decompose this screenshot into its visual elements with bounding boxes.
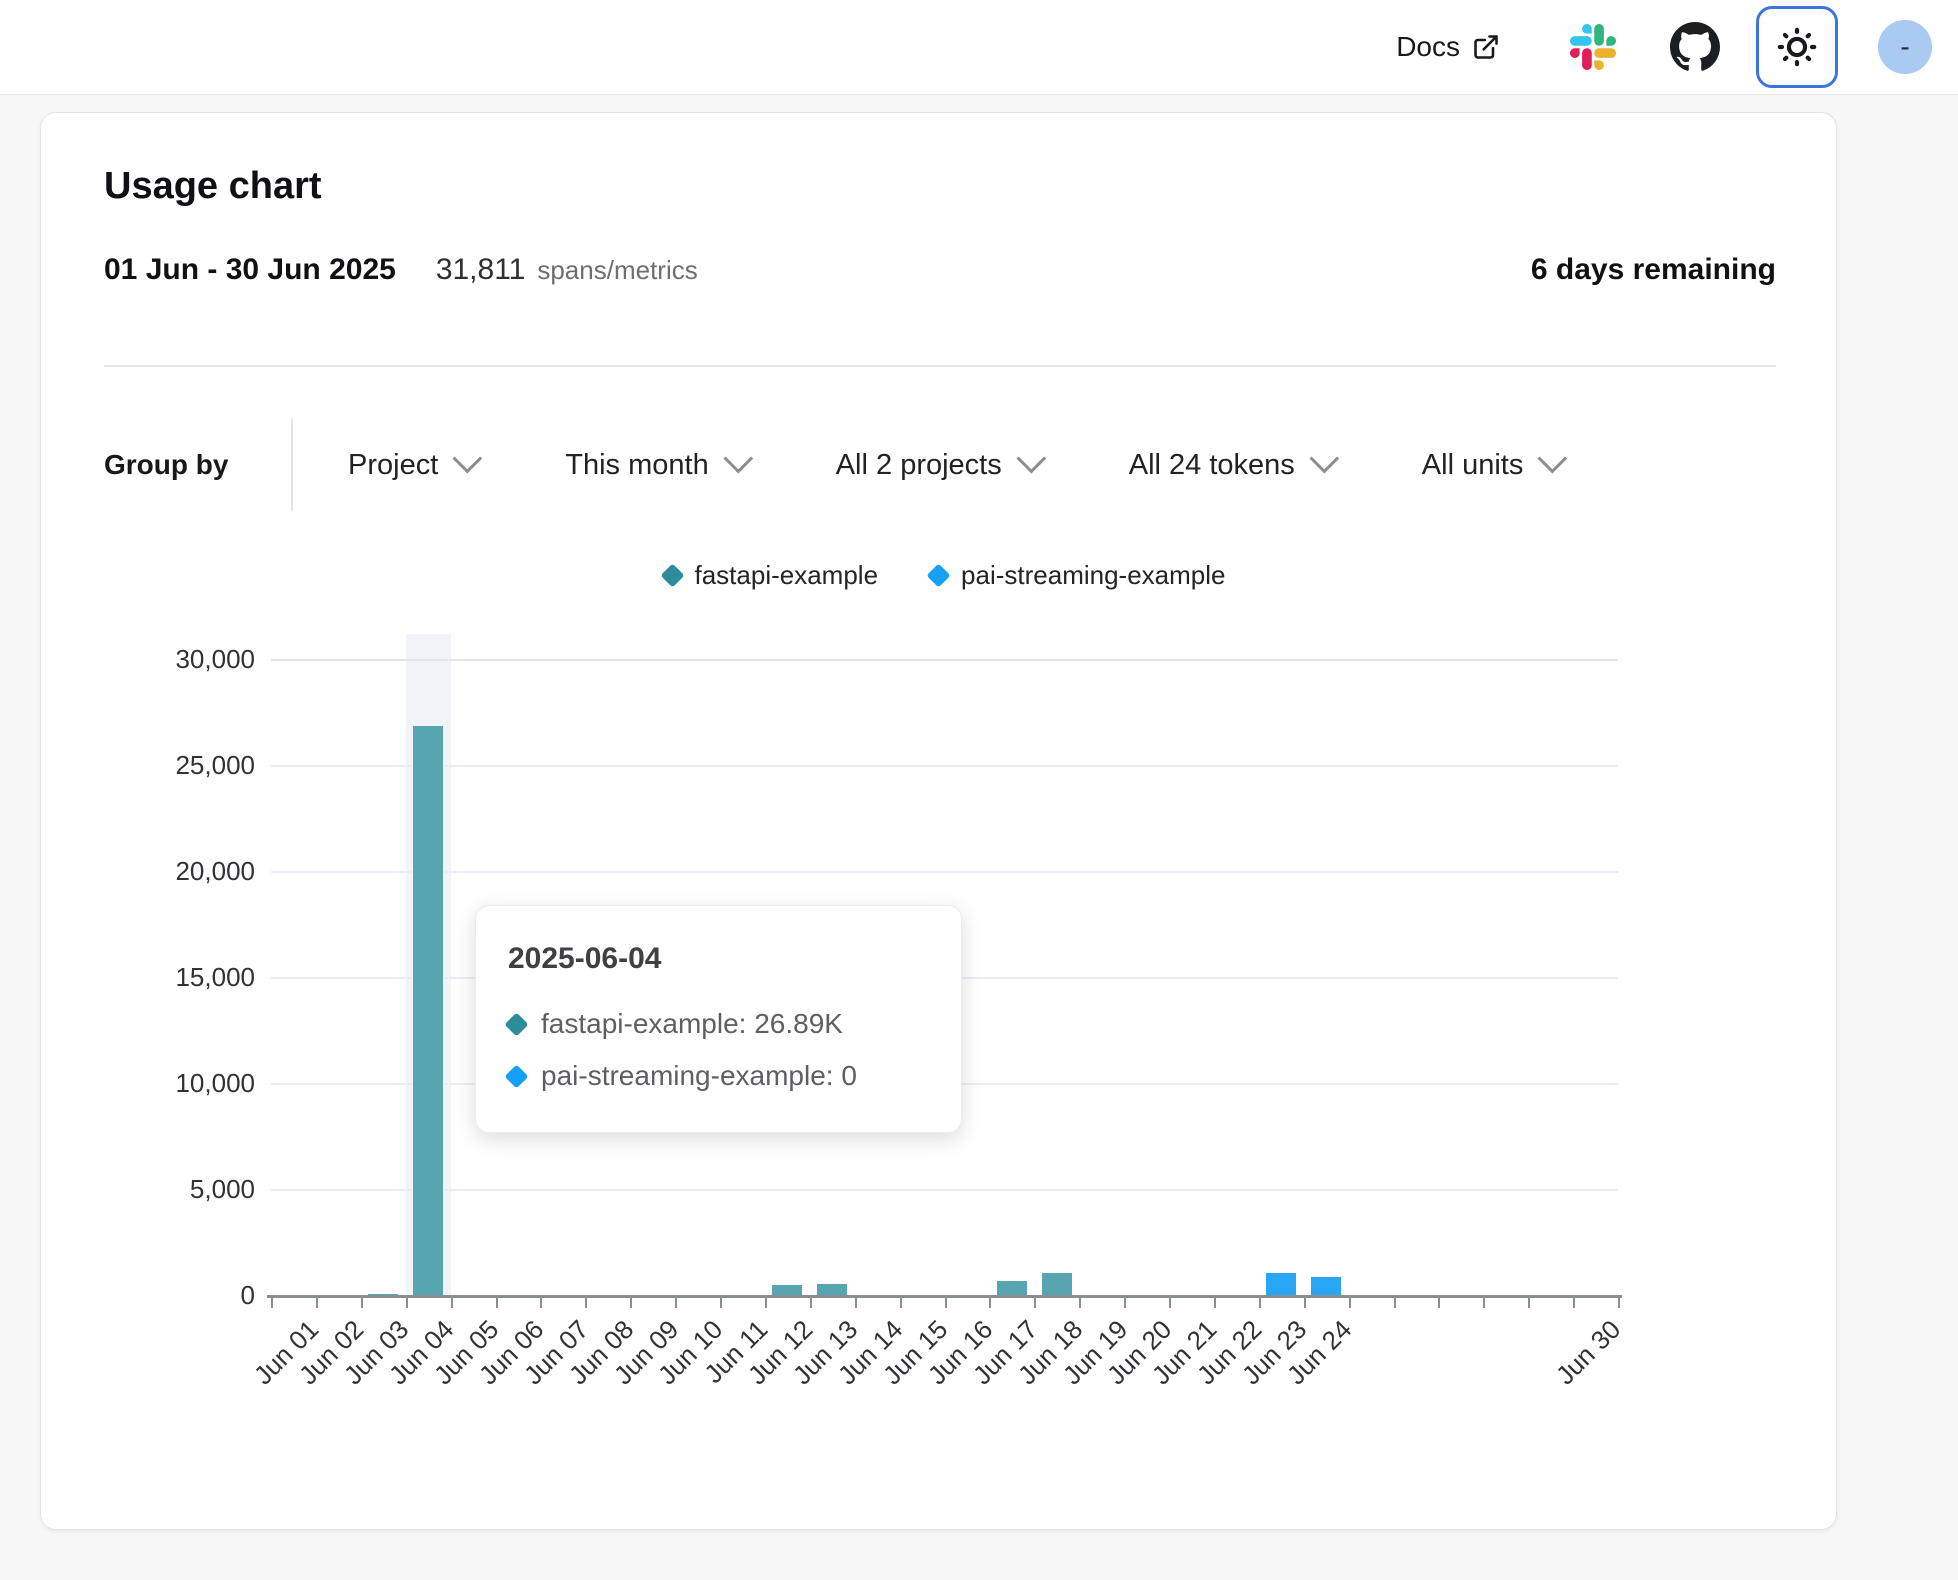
usage-summary-row: 01 Jun - 30 Jun 2025 31,811 spans/metric… <box>104 253 1776 287</box>
spans-count: 31,811 <box>436 253 526 287</box>
tooltip-row-text: fastapi-example: 26.89K <box>541 998 843 1050</box>
top-navigation-bar: Docs <box>0 0 1958 95</box>
external-link-icon <box>1472 33 1500 61</box>
legend-label: fastapi-example <box>695 560 879 591</box>
group-by-select[interactable]: Project <box>348 449 475 482</box>
date-range-select[interactable]: This month <box>565 449 745 482</box>
chevron-down-icon <box>1309 443 1339 473</box>
chart-legend: fastapi-example pai-streaming-example <box>271 560 1618 591</box>
slack-link-button[interactable] <box>1570 24 1616 70</box>
chevron-down-icon <box>1016 443 1046 473</box>
legend-label: pai-streaming-example <box>961 560 1225 591</box>
legend-diamond-icon <box>927 563 951 587</box>
tooltip-date: 2025-06-04 <box>508 942 929 976</box>
user-avatar[interactable]: - <box>1878 20 1932 74</box>
chevron-down-icon <box>1538 443 1568 473</box>
date-range-select-value: This month <box>565 449 708 482</box>
tooltip-rows: fastapi-example: 26.89Kpai-streaming-exa… <box>508 998 929 1102</box>
theme-toggle-button[interactable] <box>1756 6 1838 88</box>
filter-row: Group by Project This month All 2 projec… <box>104 419 1560 511</box>
legend-item-fastapi-example[interactable]: fastapi-example <box>664 560 879 591</box>
avatar-label: - <box>1900 31 1909 63</box>
tokens-select[interactable]: All 24 tokens <box>1129 449 1332 482</box>
header-divider <box>104 365 1776 367</box>
chevron-down-icon <box>723 443 753 473</box>
projects-select[interactable]: All 2 projects <box>836 449 1039 482</box>
units-select-value: All units <box>1422 449 1524 482</box>
projects-select-value: All 2 projects <box>836 449 1002 482</box>
github-link-button[interactable] <box>1670 22 1720 72</box>
days-remaining: 6 days remaining <box>1531 253 1776 287</box>
filter-divider <box>291 419 293 511</box>
github-icon <box>1670 22 1720 72</box>
usage-chart-card: Usage chart 01 Jun - 30 Jun 2025 31,811 … <box>40 112 1837 1530</box>
filter-dropdowns: Project This month All 2 projects All 24… <box>348 449 1560 482</box>
group-by-select-value: Project <box>348 449 438 482</box>
date-range: 01 Jun - 30 Jun 2025 <box>104 253 396 287</box>
series-diamond-icon <box>504 1012 528 1036</box>
page: Docs <box>0 0 1958 1580</box>
docs-link[interactable]: Docs <box>1396 31 1500 63</box>
tokens-select-value: All 24 tokens <box>1129 449 1295 482</box>
slack-icon <box>1570 24 1616 70</box>
docs-link-label: Docs <box>1396 31 1460 63</box>
chevron-down-icon <box>453 443 483 473</box>
chart-tooltip: 2025-06-04 fastapi-example: 26.89Kpai-st… <box>475 905 962 1133</box>
page-title: Usage chart <box>104 165 322 208</box>
tooltip-row: pai-streaming-example: 0 <box>508 1050 929 1102</box>
tooltip-row: fastapi-example: 26.89K <box>508 998 929 1050</box>
units-select[interactable]: All units <box>1422 449 1561 482</box>
group-by-label: Group by <box>104 449 291 481</box>
spans-unit-label: spans/metrics <box>537 255 697 286</box>
series-diamond-icon <box>504 1064 528 1088</box>
tooltip-row-text: pai-streaming-example: 0 <box>541 1050 857 1102</box>
legend-diamond-icon <box>660 563 684 587</box>
legend-item-pai-streaming-example[interactable]: pai-streaming-example <box>930 560 1225 591</box>
sun-icon <box>1776 26 1818 68</box>
